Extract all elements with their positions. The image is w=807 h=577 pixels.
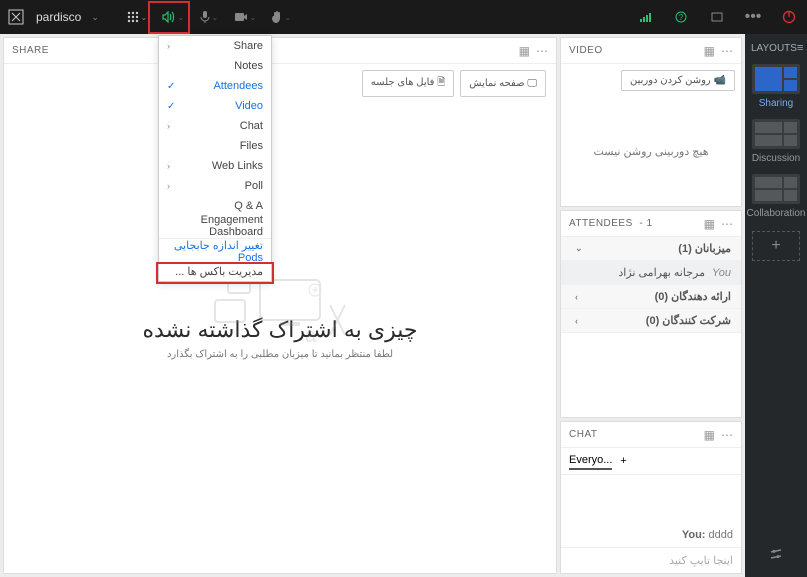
share-screen-button[interactable]: 🖵 صفحه نمایش: [460, 70, 546, 97]
share-panel: SHARE ▦ ⋯ 🖵 صفحه نمایش 🗎 فایل های جلسه چ…: [3, 37, 557, 574]
pod-move-icon[interactable]: ▦: [704, 217, 715, 231]
pods-dropdown-menu: ›Share Notes ✓Attendees ✓Video ›Chat Fil…: [158, 35, 272, 282]
attendees-title: ATTENDEES - 1: [569, 218, 653, 229]
chat-input[interactable]: اینجا تایپ کنید: [561, 547, 741, 573]
menu-item-video[interactable]: ✓Video: [159, 96, 271, 116]
menu-item-qna[interactable]: Q & A: [159, 196, 271, 216]
share-title: SHARE: [12, 45, 49, 56]
layouts-header: LAYOUTS ≡: [745, 34, 807, 60]
menu-item-resize-pods[interactable]: تغییر اندازه جابجایی Pods: [159, 241, 271, 261]
video-empty-text: هیچ دوربینی روشن نیست: [561, 97, 741, 206]
help-button[interactable]: ?: [663, 0, 699, 34]
svg-text:?: ?: [679, 13, 684, 22]
chat-panel: CHAT ▦ ⋯ Everyo... + You: dddd اینجا تای…: [560, 421, 742, 574]
pod-menu-icon[interactable]: ⋯: [721, 428, 733, 442]
share-toolbar: 🖵 صفحه نمایش 🗎 فایل های جلسه: [4, 64, 556, 103]
app-logo-icon: [0, 1, 32, 33]
chat-add-tab-button[interactable]: +: [620, 455, 626, 467]
attendees-participants-group[interactable]: شرکت کنندگان (0)›: [561, 309, 741, 333]
pod-move-icon[interactable]: ▦: [519, 44, 530, 58]
more-menu-button[interactable]: •••: [735, 0, 771, 34]
room-title[interactable]: pardisco: [32, 10, 85, 24]
layout-label: Sharing: [759, 98, 793, 109]
room-menu-chevron-icon[interactable]: ⌄: [85, 12, 105, 23]
menu-item-manage-pods[interactable]: مدیریت باکس ها ...: [159, 261, 271, 281]
chat-messages: You: dddd: [561, 475, 741, 547]
menu-item-files[interactable]: Files: [159, 136, 271, 156]
layout-discussion[interactable]: [752, 119, 800, 149]
layouts-settings-icon[interactable]: [759, 538, 793, 577]
pod-menu-icon[interactable]: ⋯: [721, 44, 733, 58]
layout-label: Collaboration: [747, 208, 806, 219]
work-area: SHARE ▦ ⋯ 🖵 صفحه نمایش 🗎 فایل های جلسه چ…: [0, 34, 745, 577]
layouts-panel: LAYOUTS ≡ Sharing Discussion Collaborati…: [745, 34, 807, 577]
enable-camera-button[interactable]: 📹 روشن کردن دوربین: [621, 70, 735, 91]
menu-item-poll[interactable]: ›Poll: [159, 176, 271, 196]
video-panel: VIDEO ▦ ⋯ 📹 روشن کردن دوربین هیچ دوربینی…: [560, 37, 742, 207]
menu-item-notes[interactable]: Notes: [159, 56, 271, 76]
camera-button[interactable]: ⌄: [227, 0, 263, 34]
connection-signal-icon: [627, 0, 663, 34]
pod-menu-icon[interactable]: ⋯: [536, 44, 548, 58]
chat-tab-everyone[interactable]: Everyo...: [569, 452, 612, 470]
attendees-presenters-group[interactable]: ارائه دهندگان (0)›: [561, 285, 741, 309]
attendees-hosts-group[interactable]: میزبانان (1)⌄: [561, 237, 741, 261]
menu-item-attendees[interactable]: ✓Attendees: [159, 76, 271, 96]
top-bar: pardisco ⌄ ⌄ ⌄ ⌄ ⌄ ⌄ ? •••: [0, 0, 807, 34]
attendee-row[interactable]: You مرجانه بهرامی نژاد: [561, 261, 741, 285]
menu-item-share[interactable]: ›Share: [159, 36, 271, 56]
video-title: VIDEO: [569, 45, 603, 56]
mic-button[interactable]: ⌄: [191, 0, 227, 34]
menu-item-weblinks[interactable]: ›Web Links: [159, 156, 271, 176]
layout-sharing[interactable]: [752, 64, 800, 94]
layouts-menu-icon[interactable]: ≡: [797, 42, 803, 54]
layout-label: Discussion: [752, 153, 800, 164]
end-meeting-button[interactable]: [771, 0, 807, 34]
pod-move-icon[interactable]: ▦: [704, 428, 715, 442]
add-layout-button[interactable]: +: [752, 231, 800, 261]
share-files-button[interactable]: 🗎 فایل های جلسه: [362, 70, 455, 97]
speaker-button[interactable]: ⌄: [155, 0, 191, 34]
menu-item-engagement[interactable]: Engagement Dashboard: [159, 216, 271, 236]
pods-menu-button[interactable]: ⌄: [119, 0, 155, 34]
raise-hand-button[interactable]: ⌄: [263, 0, 299, 34]
share-empty-heading: چیزی به اشتراک گذاشته نشده: [143, 317, 418, 343]
attendees-panel: ATTENDEES - 1 ▦ ⋯ میزبانان (1)⌄ You مرجا…: [560, 210, 742, 418]
chat-title: CHAT: [569, 429, 597, 440]
pod-menu-icon[interactable]: ⋯: [721, 217, 733, 231]
fullscreen-button[interactable]: [699, 0, 735, 34]
layout-collaboration[interactable]: [752, 174, 800, 204]
share-empty-sub: لطفا منتظر بمانید تا میزبان مطلبی را به …: [143, 349, 418, 360]
menu-item-chat[interactable]: ›Chat: [159, 116, 271, 136]
pod-move-icon[interactable]: ▦: [704, 44, 715, 58]
